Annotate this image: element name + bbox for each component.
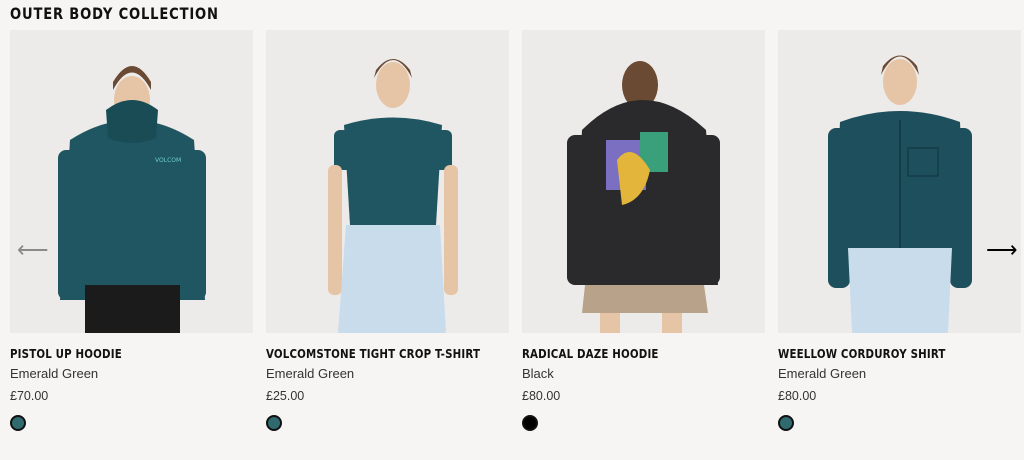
product-name[interactable]: PISTOL UP HOODIE: [10, 346, 122, 361]
product-card[interactable]: VOLCOMSTONE TIGHT CROP T-SHIRT Emerald G…: [266, 30, 509, 460]
color-swatch[interactable]: [522, 415, 538, 431]
product-color: Emerald Green: [266, 366, 355, 381]
product-carousel: VOLCOM PISTOL UP HOODIE Emerald Green £7…: [10, 30, 1022, 460]
product-card[interactable]: WEELLOW CORDUROY SHIRT Emerald Green £80…: [778, 30, 1021, 460]
product-price: £25.00: [266, 389, 305, 403]
product-name[interactable]: WEELLOW CORDUROY SHIRT: [778, 346, 946, 361]
product-price: £70.00: [10, 389, 49, 403]
section-title: OUTER BODY COLLECTION: [10, 4, 219, 23]
product-color: Black: [522, 366, 554, 381]
svg-text:VOLCOM: VOLCOM: [155, 157, 181, 164]
product-image[interactable]: [266, 30, 509, 333]
product-name[interactable]: RADICAL DAZE HOODIE: [522, 346, 659, 361]
color-swatch[interactable]: [778, 415, 794, 431]
product-color: Emerald Green: [10, 366, 99, 381]
prev-arrow-icon[interactable]: ⟵: [17, 239, 49, 261]
product-price: £80.00: [522, 389, 561, 403]
product-image[interactable]: VOLCOM: [10, 30, 253, 333]
color-swatch[interactable]: [266, 415, 282, 431]
product-card[interactable]: RADICAL DAZE HOODIE Black £80.00: [522, 30, 765, 460]
product-image[interactable]: [778, 30, 1021, 333]
product-name[interactable]: VOLCOMSTONE TIGHT CROP T-SHIRT: [266, 346, 480, 361]
product-color: Emerald Green: [778, 366, 867, 381]
next-arrow-icon[interactable]: ⟶: [986, 239, 1018, 261]
product-image[interactable]: [522, 30, 765, 333]
product-price: £80.00: [778, 389, 817, 403]
color-swatch[interactable]: [10, 415, 26, 431]
